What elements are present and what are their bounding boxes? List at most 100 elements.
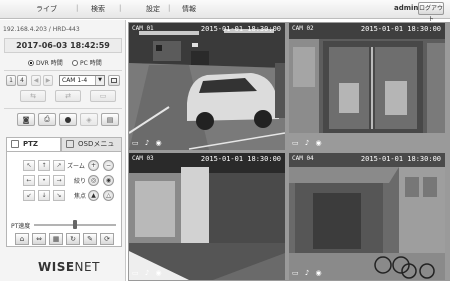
zoom-in-icon: + (90, 162, 97, 169)
capture-button[interactable]: ◙ (17, 113, 35, 126)
camera-tile-4[interactable]: CAM 04 2015-01-01 18:30:00 ▭ ♪ ◉ (289, 153, 445, 280)
pan-home-button[interactable]: • (38, 175, 50, 186)
pan-down-button[interactable]: ↓ (38, 190, 50, 201)
pan-down-right-button[interactable]: ↘ (53, 190, 65, 201)
camera-label: CAM 03 (132, 155, 154, 162)
pc-time-label: PC 時間 (80, 60, 102, 67)
auto-pan-button[interactable]: ⟳ (100, 233, 114, 245)
zoom-out-button[interactable]: − (103, 160, 114, 171)
focus-far-button[interactable]: △ (103, 190, 114, 201)
tour-icon: ↻ (70, 235, 76, 243)
iris-close-icon: ◉ (105, 177, 112, 184)
ptz-speed-slider[interactable] (34, 220, 116, 229)
menu-settings[interactable]: 設定 (146, 4, 160, 14)
group-icon: ▦ (52, 235, 60, 243)
menu-live[interactable]: ライブ (36, 4, 57, 14)
split-screen-icon: 1 (9, 77, 13, 84)
camera-tile-2[interactable]: CAM 02 2015-01-01 18:30:00 ▭ ♪ ◉ (289, 23, 445, 150)
ptz-speed-label: PT速度 (11, 223, 31, 230)
fullscreen-button[interactable] (108, 75, 120, 86)
camera-status-icons: ▭ ♪ ◉ (292, 139, 324, 147)
menu-search[interactable]: 検索 (91, 4, 105, 14)
ptz-control-panel: ↖ ↑ ↗ ← • → ↙ ↓ ↘ ズーム + − 絞り ◎ ◉ 焦点 ▲ △ … (6, 151, 122, 247)
trace-button[interactable]: ✎ (83, 233, 97, 245)
camera-timestamp: 2015-01-01 18:30:00 (200, 25, 281, 33)
swing-button[interactable]: ⇔ (32, 233, 46, 245)
camera-icon: ◙ (22, 115, 30, 124)
chevron-down-icon: ▼ (95, 76, 104, 85)
logo-light: NET (74, 260, 100, 274)
pc-time-radio[interactable]: PC 時間 (72, 58, 102, 67)
wisenet-logo: WISENET (38, 260, 100, 274)
pan-left-button[interactable]: ← (23, 175, 35, 186)
left-control-panel: 192.168.4.203 / HRD-443 2017-06-03 18:42… (0, 20, 126, 281)
preset-icon: ⌂ (19, 235, 25, 243)
zoom-label: ズーム (67, 163, 85, 170)
camera-feed-1 (129, 23, 285, 150)
iris-open-button[interactable]: ◎ (88, 175, 99, 186)
tab-osd-menu[interactable]: OSDメニュー (61, 137, 122, 160)
pan-up-button[interactable]: ↑ (38, 160, 50, 171)
arrow-up-icon: ↑ (41, 162, 47, 169)
focus-far-icon: △ (106, 192, 111, 199)
audio-button[interactable]: ◈ (80, 113, 98, 126)
printer-icon: ⎙ (44, 115, 50, 123)
sequence-icon: ⇆ (30, 92, 36, 100)
menu-separator: | (119, 4, 122, 12)
camera-feed-3 (129, 153, 285, 280)
top-menu-bar: ライブ | 検索 | 設定 | 情報 admin ログアウト (0, 0, 450, 23)
split-4-button[interactable]: 4 (17, 75, 27, 86)
group-button[interactable]: ▦ (49, 233, 63, 245)
camera-label: CAM 01 (132, 25, 154, 32)
camera-status-icons: ▭ ♪ ◉ (292, 269, 324, 277)
radio-selected-icon (28, 60, 34, 66)
preset-button[interactable]: ⌂ (15, 233, 29, 245)
pan-right-button[interactable]: → (53, 175, 65, 186)
user-name: admin (394, 4, 419, 12)
camera-timestamp: 2015-01-01 18:30:00 (360, 155, 441, 163)
layout-button[interactable]: ▭ (90, 90, 116, 102)
camera-status-icons: ▭ ♪ ◉ (132, 269, 164, 277)
split-4-icon: 4 (20, 77, 24, 84)
slider-handle[interactable] (73, 220, 77, 229)
iris-close-button[interactable]: ◉ (103, 175, 114, 186)
settings-button[interactable]: ▤ (101, 113, 119, 126)
prev-channel-button[interactable]: ◀ (31, 75, 41, 86)
logout-button[interactable]: ログアウト (418, 2, 444, 23)
monitor-icon: ▤ (106, 115, 114, 124)
pan-up-right-button[interactable]: ↗ (53, 160, 65, 171)
arrow-left-icon: ← (26, 177, 32, 184)
ptz-icon (11, 140, 19, 148)
camera-label: CAM 02 (292, 25, 314, 32)
auto-sequence-button[interactable]: ⇄ (55, 90, 81, 102)
sequence-button[interactable]: ⇆ (20, 90, 46, 102)
menu-info[interactable]: 情報 (182, 4, 196, 14)
camera-tile-1[interactable]: CAM 01 2015-01-01 18:30:00 ▭ ♪ ◉ (129, 23, 285, 150)
record-button[interactable] (59, 113, 77, 126)
tour-button[interactable]: ↻ (66, 233, 80, 245)
camera-group-select[interactable]: CAM 1-4 ▼ (59, 75, 105, 86)
next-channel-button[interactable]: ▶ (43, 75, 53, 86)
logo-bold: WISE (38, 260, 75, 274)
ptz-tab-bar: PTZ OSDメニュー (6, 137, 122, 160)
arrow-right-icon: ▶ (45, 77, 51, 84)
auto-pan-icon: ⟳ (104, 235, 110, 243)
divider (4, 70, 122, 71)
camera-feed-4 (289, 153, 445, 280)
focus-near-button[interactable]: ▲ (88, 190, 99, 201)
swing-icon: ⇔ (36, 235, 42, 243)
split-screen-button[interactable]: 1 (6, 75, 16, 86)
layout-icon: ▭ (99, 92, 107, 100)
tab-ptz[interactable]: PTZ (6, 137, 61, 151)
iris-open-icon: ◎ (90, 177, 97, 184)
camera-tile-3[interactable]: CAM 03 2015-01-01 18:30:00 ▭ ♪ ◉ (129, 153, 285, 280)
camera-status-icons: ▭ ♪ ◉ (132, 139, 164, 147)
speaker-icon: ◈ (86, 115, 92, 124)
print-button[interactable]: ⎙ (38, 113, 56, 126)
zoom-out-icon: − (105, 162, 112, 169)
zoom-in-button[interactable]: + (88, 160, 99, 171)
pan-down-left-button[interactable]: ↙ (23, 190, 35, 201)
current-datetime: 2017-06-03 18:42:59 (4, 38, 122, 53)
pan-up-left-button[interactable]: ↖ (23, 160, 35, 171)
dvr-time-radio[interactable]: DVR 時間 (28, 58, 63, 67)
